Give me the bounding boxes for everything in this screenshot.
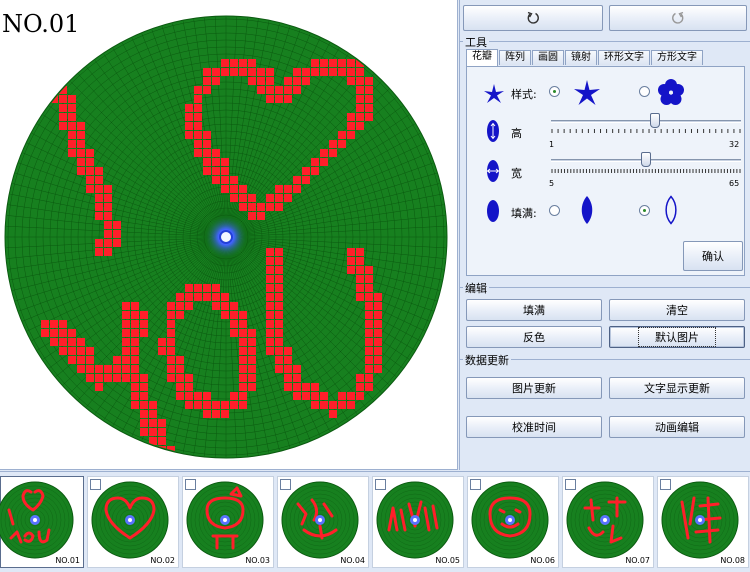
thumbnail-label: NO.06 [530,556,555,565]
thumbnail-checkbox[interactable] [185,479,196,490]
tools-group-title: 工具 [463,34,489,50]
style-radio-star[interactable] [549,86,560,97]
height-icon [487,120,499,142]
thumbnail-4[interactable]: NO.04 [277,476,369,568]
clear-button[interactable]: 清空 [609,299,745,321]
thumbnail-6[interactable]: NO.06 [467,476,559,568]
rotate-cw-icon [672,11,684,24]
animation-edit-button[interactable]: 动画编辑 [609,416,745,438]
thumbnail-checkbox[interactable] [565,479,576,490]
canvas-number-label: NO.01 [2,10,80,38]
height-slider-thumb[interactable] [650,113,661,128]
thumbnail-label: NO.08 [720,556,745,565]
fill-radio-outline[interactable] [639,205,650,216]
thumbnail-label: NO.03 [245,556,270,565]
tab-petal[interactable]: 花瓣 [466,49,498,66]
thumbnail-checkbox[interactable] [660,479,671,490]
width-min-label: 5 [549,179,555,188]
fill-icon [487,200,499,222]
outline-fill-icon[interactable] [663,195,679,225]
default-image-button[interactable]: 默认图片 [609,326,745,348]
led-disc-canvas[interactable] [0,0,458,470]
fill-label: 填满: [511,207,537,220]
default-image-label: 默认图片 [638,327,716,347]
height-min-label: 1 [549,140,555,149]
thumbnail-preview [376,481,454,559]
thumbnail-preview [281,481,359,559]
thumbnail-preview [91,481,169,559]
edit-group-title: 编辑 [463,280,489,296]
thumbnail-label: NO.02 [150,556,175,565]
tab-mirror[interactable]: 镜射 [565,50,597,65]
tab-square-text[interactable]: 方形文字 [651,50,703,65]
confirm-button[interactable]: 确认 [683,241,743,271]
petal-tab-page: 样式: 高 1 32 宽 5 65 填满: 确认 [466,66,745,276]
rotate-ccw-button[interactable] [463,5,603,31]
thumbnail-checkbox[interactable] [280,479,291,490]
tools-tab-bar: 花瓣 阵列 画圆 镜射 环形文字 方形文字 [466,49,704,66]
thumbnail-8[interactable]: NO.08 [657,476,749,568]
thumbnail-preview [0,481,74,559]
star-style-icon[interactable] [573,79,601,107]
thumbnail-checkbox[interactable] [470,479,481,490]
thumbnail-label: NO.04 [340,556,365,565]
width-max-label: 65 [729,179,740,188]
thumbnail-3[interactable]: NO.03 [182,476,274,568]
thumbnail-label: NO.07 [625,556,650,565]
thumbnail-preview [566,481,644,559]
fill-radio-solid[interactable] [549,205,560,216]
solid-fill-icon[interactable] [579,195,595,225]
thumbnail-checkbox[interactable] [90,479,101,490]
calibrate-time-button[interactable]: 校准时间 [466,416,602,438]
thumbnail-checkbox[interactable] [375,479,386,490]
thumbnail-2[interactable]: NO.02 [87,476,179,568]
text-display-update-button[interactable]: 文字显示更新 [609,377,745,399]
tab-circle[interactable]: 画圆 [532,50,564,65]
thumbnail-5[interactable]: NO.05 [372,476,464,568]
fill-button[interactable]: 填满 [466,299,602,321]
thumbnail-7[interactable]: NO.07 [562,476,654,568]
height-label: 高 [511,127,522,140]
thumbnail-preview [661,481,739,559]
thumbnail-preview [186,481,264,559]
height-max-label: 32 [729,140,740,149]
thumbnail-1[interactable]: NO.01 [0,476,84,568]
invert-button[interactable]: 反色 [466,326,602,348]
data-update-group-title: 数据更新 [463,352,511,368]
rotate-cw-button[interactable] [609,5,747,31]
thumbnail-preview [471,481,549,559]
tab-array[interactable]: 阵列 [499,50,531,65]
height-slider-track[interactable] [551,120,741,123]
thumbnail-label: NO.05 [435,556,460,565]
width-icon [486,160,500,182]
main-canvas-panel: NO.01 [0,0,458,470]
width-slider-thumb[interactable] [641,152,651,167]
style-radio-flower[interactable] [639,86,650,97]
petal-star-icon [484,84,504,103]
thumbnail-label: NO.01 [55,556,80,565]
control-panel: 工具 花瓣 阵列 画圆 镜射 环形文字 方形文字 样式: 高 1 32 宽 5 … [459,0,750,470]
image-update-button[interactable]: 图片更新 [466,377,602,399]
rotate-ccw-icon [527,11,539,24]
thumbnail-strip: NO.01 NO.02 NO.03 NO.04 NO.05 NO.06 NO.07 NO.08 [0,471,750,572]
tab-ring-text[interactable]: 环形文字 [598,50,650,65]
width-label: 宽 [511,167,522,180]
style-label: 样式: [511,88,537,101]
flower-style-icon[interactable] [657,78,685,106]
